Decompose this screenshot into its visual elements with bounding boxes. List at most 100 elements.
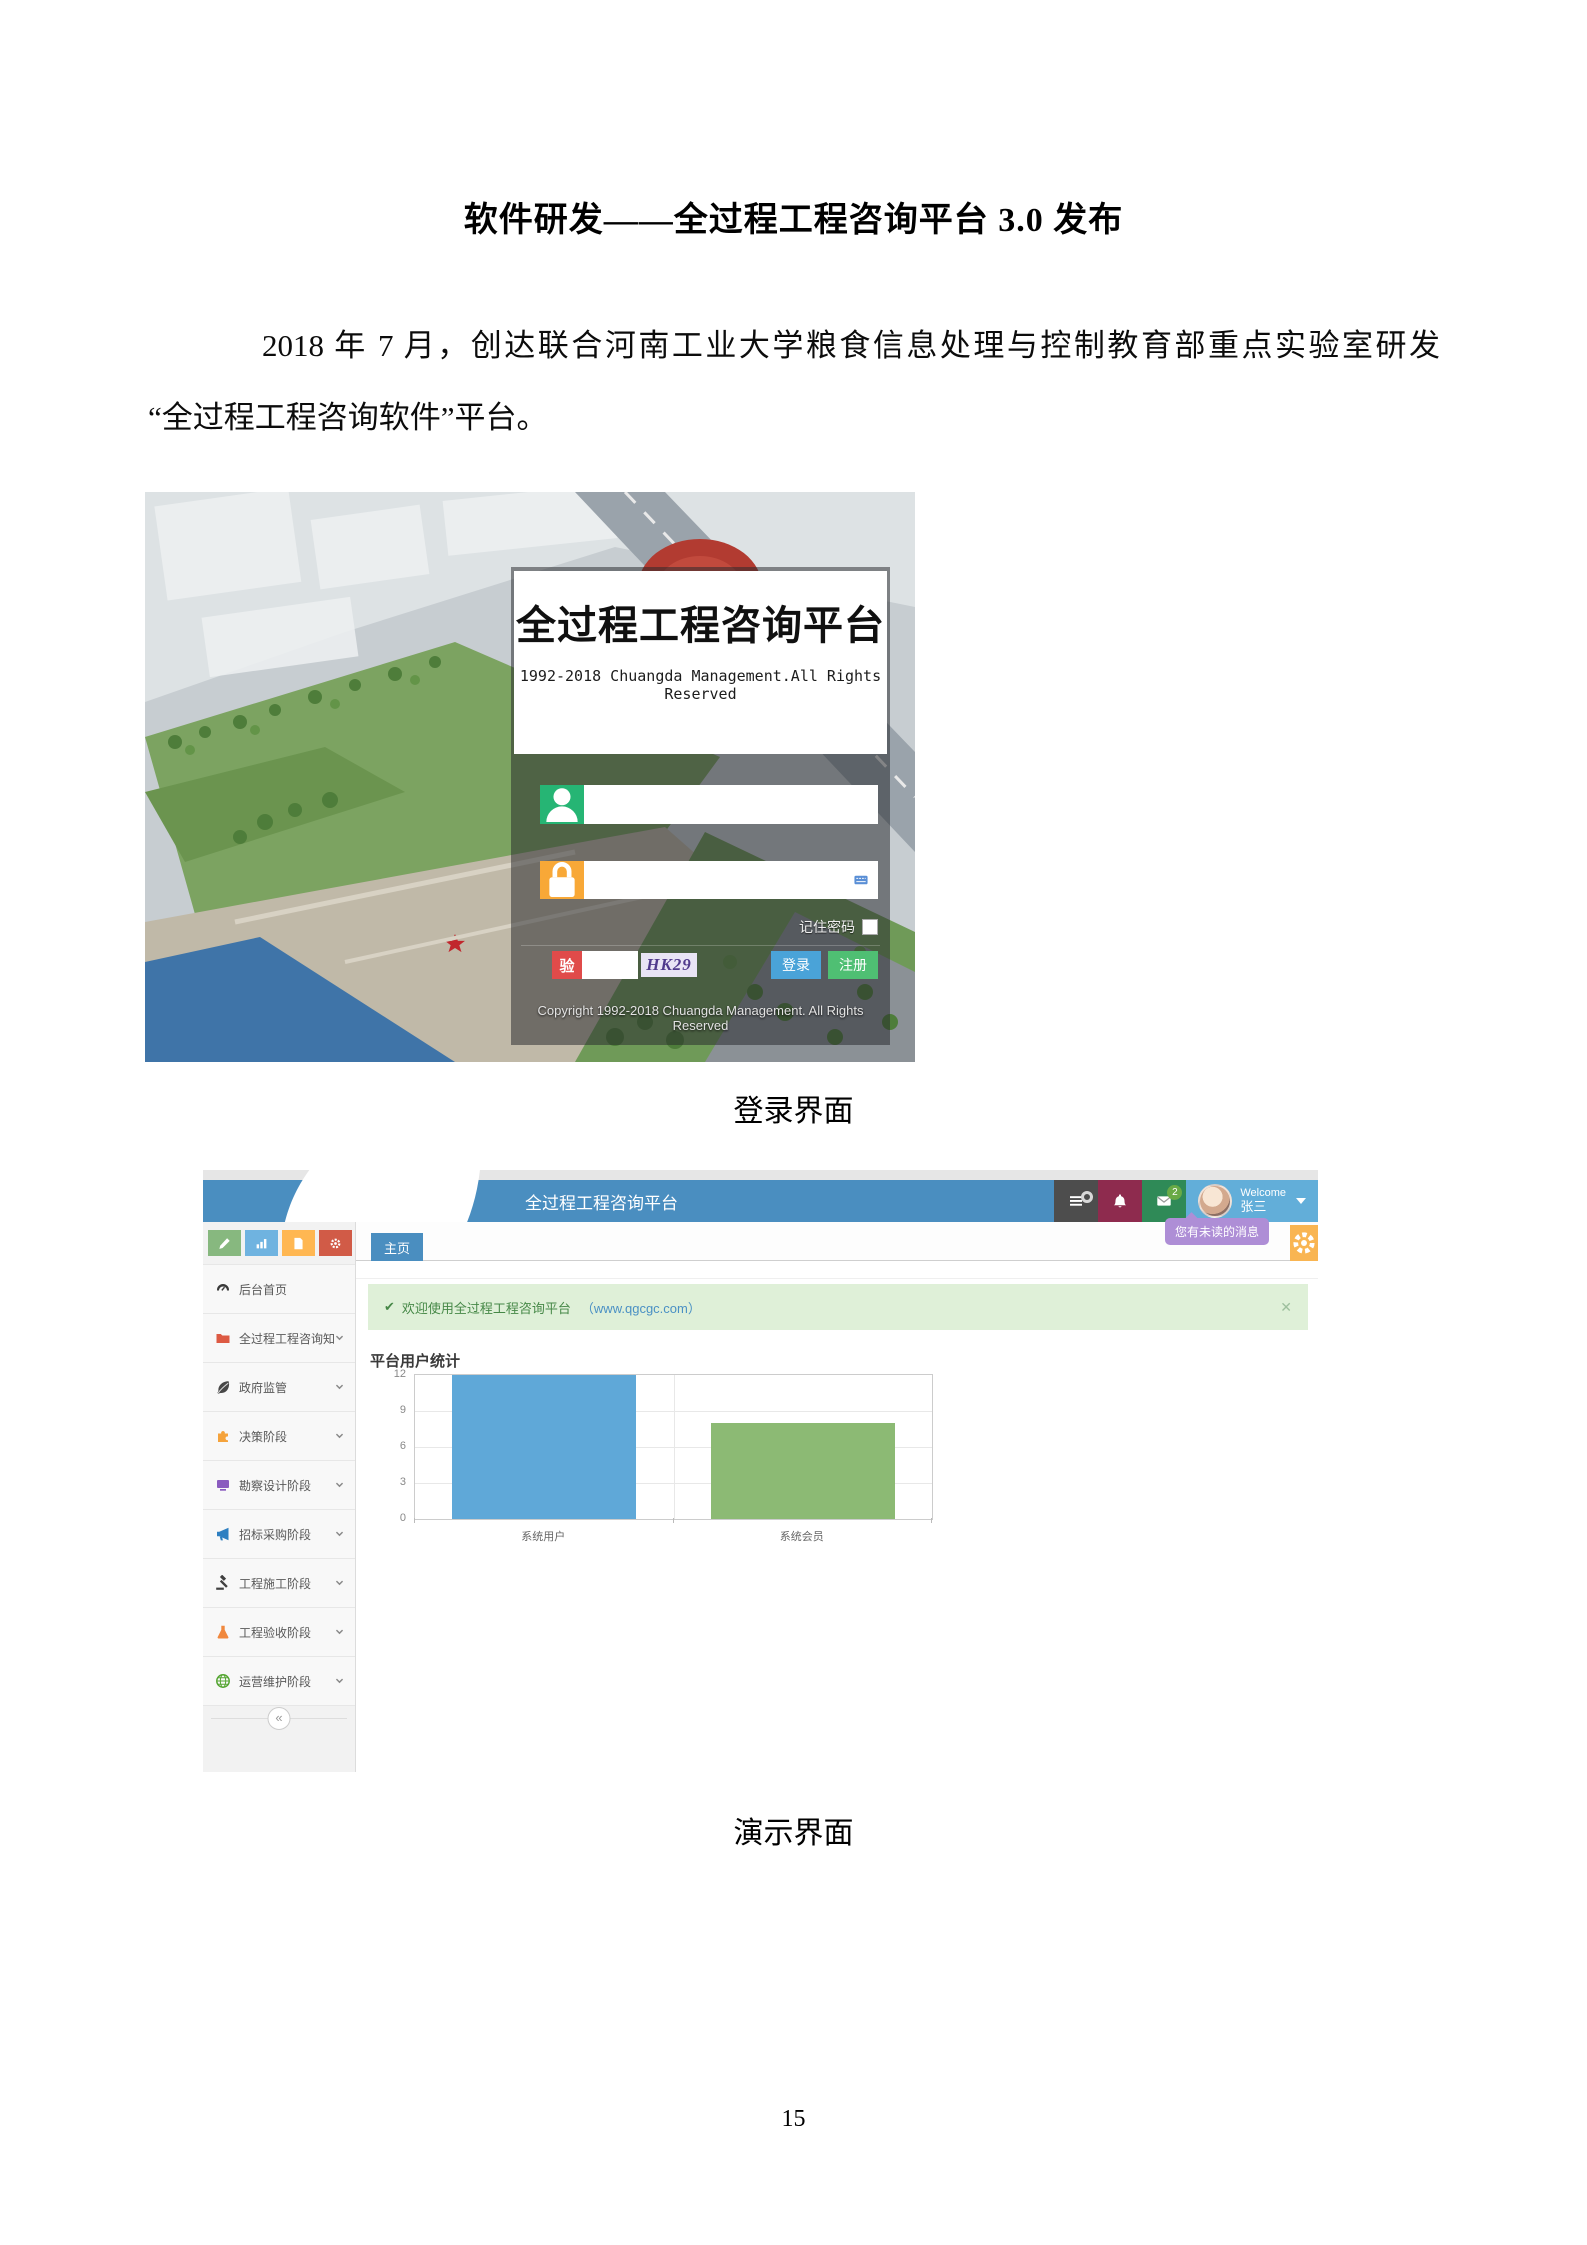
brand-title: 全过程工程咨询平台: [525, 1189, 678, 1214]
notifications-button[interactable]: [1098, 1180, 1142, 1222]
register-button[interactable]: 注册: [828, 951, 878, 979]
sidebar: 后台首页全过程工程咨询知识库政府监管决策阶段勘察设计阶段招标采购阶段工程施工阶段…: [203, 1222, 356, 1772]
gear-icon: [1290, 1229, 1318, 1257]
megaphone-icon: [215, 1526, 231, 1542]
remember-password-row: 记住密码: [799, 917, 878, 937]
bar-系统用户: [452, 1375, 636, 1519]
sidebar-item[interactable]: 运营维护阶段: [203, 1656, 355, 1705]
chevron-down-icon: [334, 1431, 345, 1442]
axis-tick: [414, 1518, 415, 1523]
axis-tick: [931, 1518, 932, 1523]
main-content: 主页 ✔ 欢迎使用全过程工程咨询平台 （www.qgcgc.com） ✕ 平台用…: [356, 1222, 1318, 1772]
user-menu[interactable]: Welcome 张三: [1186, 1180, 1318, 1222]
login-panel-header: 全过程工程咨询平台 1992-2018 Chuangda Management.…: [514, 571, 887, 754]
keyboard-icon[interactable]: [851, 873, 871, 888]
quick-file-button[interactable]: [282, 1230, 315, 1256]
avatar: [1198, 1184, 1232, 1218]
dashboard-body: 后台首页全过程工程咨询知识库政府监管决策阶段勘察设计阶段招标采购阶段工程施工阶段…: [203, 1222, 1318, 1772]
sidebar-item[interactable]: 决策阶段: [203, 1411, 355, 1460]
badge-ring: [1081, 1191, 1093, 1203]
sidebar-item[interactable]: 后台首页: [203, 1264, 355, 1313]
username-input[interactable]: [584, 785, 878, 824]
quick-chart-button[interactable]: [245, 1230, 278, 1256]
sidebar-item[interactable]: 工程验收阶段: [203, 1607, 355, 1656]
document-page: 软件研发——全过程工程咨询平台 3.0 发布 2018 年 7 月，创达联合河南…: [0, 0, 1587, 2245]
sidebar-item-label: 全过程工程咨询知识库: [239, 1330, 334, 1347]
username-label: 张三: [1240, 1200, 1286, 1215]
chart-icon: [255, 1237, 268, 1250]
category-divider: [674, 1375, 675, 1519]
globe-icon: [215, 1673, 231, 1689]
unread-messages-tooltip: 您有未读的消息: [1165, 1218, 1269, 1245]
username-icon-box: [540, 785, 584, 824]
captcha-icon: 验: [552, 951, 582, 979]
password-input[interactable]: [584, 861, 878, 899]
remember-checkbox[interactable]: [862, 919, 878, 935]
dashboard-navbar: 全过程工程咨询平台 2 Welcome 张三: [203, 1180, 1318, 1222]
user-icon: [540, 783, 584, 827]
folder-icon: [215, 1330, 231, 1346]
sidebar-item[interactable]: 勘察设计阶段: [203, 1460, 355, 1509]
alert-close-button[interactable]: ✕: [1280, 1299, 1292, 1316]
leaf-icon: [215, 1379, 231, 1395]
x-axis-tick-label: 系统会员: [780, 1528, 824, 1544]
chevron-down-icon: [334, 1382, 345, 1393]
welcome-label: Welcome: [1240, 1187, 1286, 1200]
login-panel-title: 全过程工程咨询平台: [514, 593, 887, 651]
sidebar-item-label: 政府监管: [239, 1379, 334, 1396]
caret-down-icon: [1296, 1198, 1306, 1204]
gear-icon: [329, 1237, 342, 1250]
sidebar-collapse-row: «: [203, 1705, 355, 1732]
tasks-button[interactable]: [1054, 1180, 1098, 1222]
x-axis-tick-label: 系统用户: [521, 1528, 565, 1544]
sidebar-item[interactable]: 工程施工阶段: [203, 1558, 355, 1607]
login-screenshot: 全过程工程咨询平台 1992-2018 Chuangda Management.…: [145, 492, 915, 1062]
sidebar-item-label: 招标采购阶段: [239, 1526, 334, 1543]
axis-tick: [673, 1518, 674, 1523]
sidebar-item-label: 后台首页: [239, 1281, 345, 1298]
brand: 全过程工程咨询平台: [217, 1180, 678, 1222]
tab-home[interactable]: 主页: [371, 1233, 423, 1261]
chevron-down-icon: [334, 1676, 345, 1687]
sidebar-item-label: 工程施工阶段: [239, 1575, 334, 1592]
chevron-down-icon: [334, 1627, 345, 1638]
puzzle-icon: [215, 1428, 231, 1444]
y-axis-tick-label: 0: [360, 1512, 406, 1524]
sidebar-item[interactable]: 全过程工程咨询知识库: [203, 1313, 355, 1362]
quick-pencil-button[interactable]: [208, 1230, 241, 1256]
remember-password-label: 记住密码: [799, 917, 855, 937]
captcha-input[interactable]: [582, 951, 638, 979]
sidebar-item[interactable]: 政府监管: [203, 1362, 355, 1411]
sidebar-item[interactable]: 招标采购阶段: [203, 1509, 355, 1558]
lock-icon: [540, 858, 584, 902]
breadcrumb-strip: [356, 1261, 1318, 1279]
bell-icon: [1112, 1193, 1128, 1209]
password-row: [540, 861, 878, 899]
login-panel: 全过程工程咨询平台 1992-2018 Chuangda Management.…: [511, 567, 890, 1045]
bar-系统会员: [711, 1423, 895, 1519]
quick-settings-button[interactable]: [319, 1230, 352, 1256]
username-row: [540, 785, 878, 824]
check-icon: ✔: [384, 1299, 395, 1315]
alert-text: 欢迎使用全过程工程咨询平台: [402, 1298, 571, 1317]
login-button[interactable]: 登录: [771, 951, 821, 979]
tab-settings-button[interactable]: [1290, 1225, 1318, 1261]
dashboard-icon: [215, 1281, 231, 1297]
sidebar-menu: 后台首页全过程工程咨询知识库政府监管决策阶段勘察设计阶段招标采购阶段工程施工阶段…: [203, 1264, 355, 1705]
pencil-icon: [218, 1237, 231, 1250]
sidebar-item-label: 决策阶段: [239, 1428, 334, 1445]
sidebar-item-label: 勘察设计阶段: [239, 1477, 334, 1494]
sidebar-collapse-toggle[interactable]: «: [268, 1707, 291, 1730]
flask-icon: [215, 1624, 231, 1640]
messages-button[interactable]: 2: [1142, 1180, 1186, 1222]
panel-divider: [521, 945, 880, 946]
alert-link[interactable]: （www.qgcgc.com）: [581, 1298, 701, 1317]
chevron-down-icon: [334, 1529, 345, 1540]
chevron-down-icon: [334, 1333, 345, 1344]
unread-count-badge: 2: [1167, 1185, 1182, 1200]
chevron-down-icon: [334, 1480, 345, 1491]
password-icon-box: [540, 861, 584, 899]
demo-screenshot: 全过程工程咨询平台 2 Welcome 张三 您有未读的消息 后台首页全过程工程…: [203, 1170, 1318, 1772]
page-number: 15: [0, 2106, 1587, 2133]
captcha-code[interactable]: HK29: [641, 953, 697, 977]
